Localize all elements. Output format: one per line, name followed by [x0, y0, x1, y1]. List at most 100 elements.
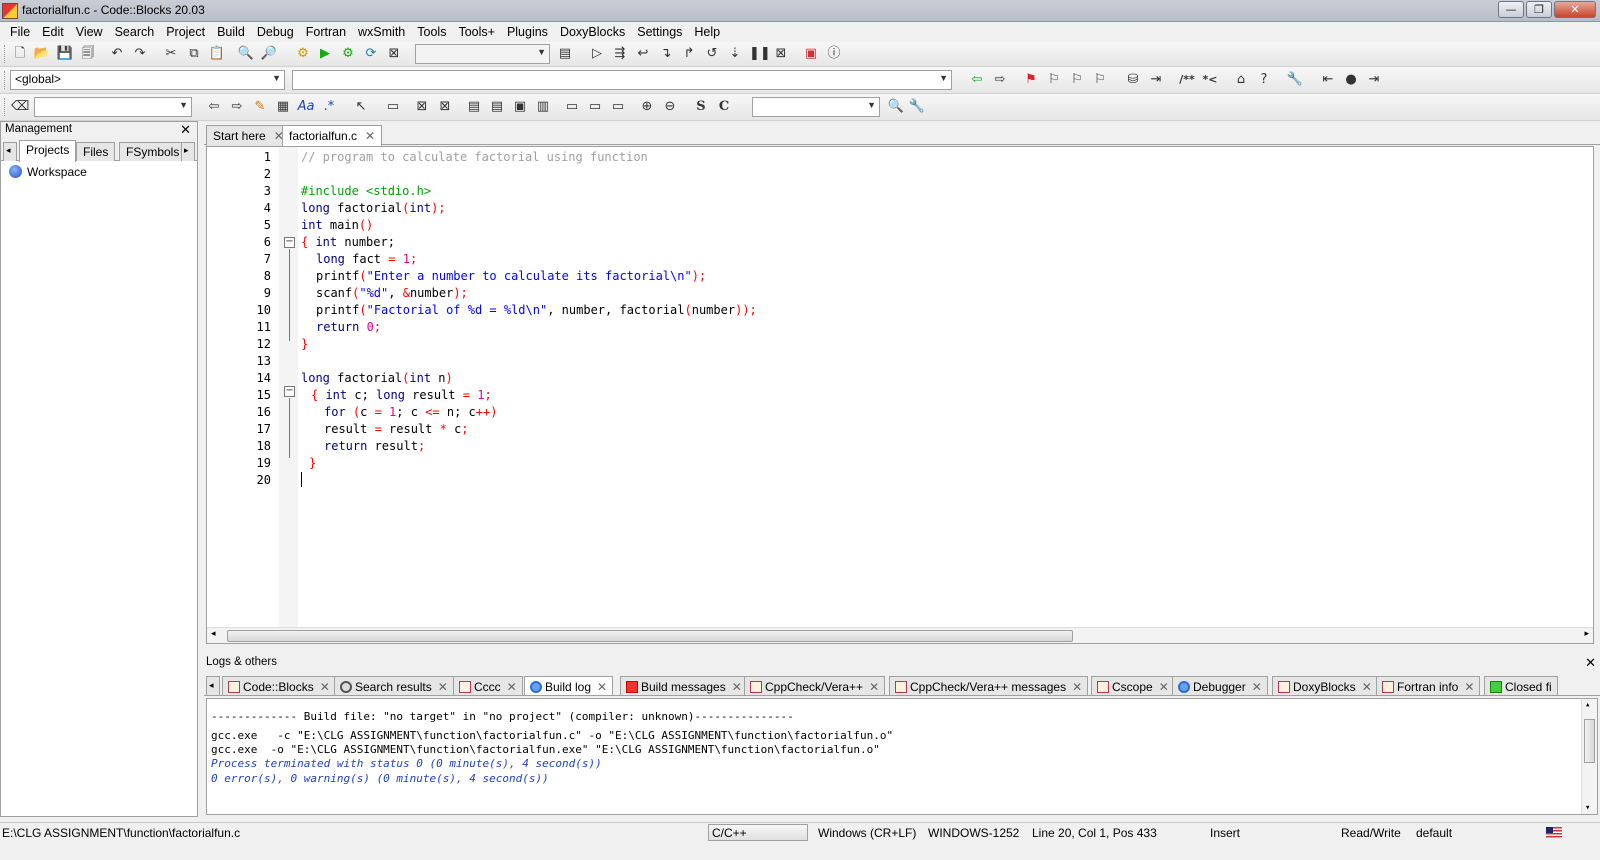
decision-icon[interactable]: ⊠ [413, 98, 431, 116]
clear-bookmarks-icon[interactable]: ⚐ [1091, 71, 1109, 89]
back-arrow-icon[interactable]: ⇦ [968, 71, 986, 89]
doxy-html-icon[interactable]: ⌂ [1232, 71, 1250, 89]
close-tab-icon[interactable]: ✕ [365, 129, 375, 143]
selected-text-only-icon[interactable]: ▦ [274, 98, 292, 116]
save-all-icon[interactable]: 🗐 [79, 45, 97, 63]
menu-doxyblocks[interactable]: DoxyBlocks [554, 25, 631, 39]
doxy-config-icon[interactable]: 🔧 [1286, 71, 1304, 89]
jump-home-icon[interactable]: ● [1342, 71, 1360, 89]
tabs-scroll-right-icon[interactable]: ▸ [181, 142, 195, 161]
menu-debug[interactable]: Debug [251, 25, 300, 39]
next-bookmark-icon[interactable]: ⚐ [1068, 71, 1086, 89]
forward-arrow-icon[interactable]: ⇨ [991, 71, 1009, 89]
save-icon[interactable]: 💾 [56, 45, 74, 63]
logtab-debugger[interactable]: Debugger ✕ [1172, 676, 1268, 695]
menu-edit[interactable]: Edit [36, 25, 70, 39]
pause-icon[interactable]: ❚❚ [749, 45, 771, 63]
loop-icon[interactable]: ▤ [465, 98, 483, 116]
step-out-icon[interactable]: ↱ [680, 45, 698, 63]
logtab-doxyblocks[interactable]: DoxyBlocks ✕ [1272, 676, 1378, 695]
doxy-block-comment-icon[interactable]: /** [1178, 71, 1196, 89]
decision-alt-icon[interactable]: ⊠ [436, 98, 454, 116]
doxy-line-comment-icon[interactable]: *< [1201, 71, 1219, 89]
nassi-c-icon[interactable]: C [715, 98, 733, 116]
logtab-build-messages[interactable]: Build messages ✕ [620, 676, 748, 695]
logtab-cscope[interactable]: Cscope ✕ [1091, 676, 1175, 695]
redo-icon[interactable]: ↷ [131, 45, 149, 63]
find-combo[interactable]: ▼ [752, 97, 880, 117]
select-pointer-icon[interactable]: ↖ [352, 98, 370, 116]
debug-start-icon[interactable]: ▷ [588, 45, 606, 63]
prev-bookmark-icon[interactable]: ⚐ [1045, 71, 1063, 89]
nassi-s-icon[interactable]: S [692, 98, 710, 116]
menu-search[interactable]: Search [109, 25, 161, 39]
log-vertical-scrollbar[interactable]: ▴ ▾ [1581, 699, 1597, 814]
workspace-node[interactable]: Workspace [9, 165, 189, 179]
tabs-scroll-left-icon[interactable]: ◂ [3, 142, 17, 161]
build-gear-icon[interactable]: ⚙ [294, 45, 312, 63]
close-window-button[interactable]: ✕ [1554, 1, 1596, 18]
block-icon[interactable]: ▭ [384, 98, 402, 116]
open-file-icon[interactable]: 📂 [33, 45, 51, 63]
abort-icon[interactable]: ⊠ [385, 45, 403, 63]
new-file-icon[interactable]: 🗋 [11, 45, 29, 63]
paste-icon[interactable]: 📋 [208, 45, 226, 63]
instruction-icon[interactable]: ▥ [534, 98, 552, 116]
status-language[interactable]: C/C++ [708, 824, 808, 841]
doxy-run-icon[interactable]: ⇥ [1147, 71, 1165, 89]
menu-help[interactable]: Help [688, 25, 726, 39]
menu-file[interactable]: File [4, 25, 36, 39]
tab-start-here[interactable]: Start here ✕ [206, 125, 291, 146]
logtab-fortran-info[interactable]: Fortran info ✕ [1376, 676, 1481, 695]
step-into-icon[interactable]: ↴ [657, 45, 675, 63]
zoom-out-icon[interactable]: ⊖ [661, 98, 679, 116]
jump-back-icon[interactable]: ⇤ [1319, 71, 1337, 89]
break-icon[interactable]: ▭ [563, 98, 581, 116]
fold-toggle-main[interactable]: − [284, 237, 295, 248]
tab-fsymbols[interactable]: FSymbols [119, 142, 187, 161]
return-block-icon[interactable]: ▭ [609, 98, 627, 116]
regex-icon[interactable]: .* [320, 98, 338, 116]
search-prev-icon[interactable]: ⇦ [205, 98, 223, 116]
zoom-in-icon[interactable]: ⊕ [638, 98, 656, 116]
run-to-cursor-icon[interactable]: ⇶ [611, 45, 629, 63]
build-and-run-icon[interactable]: ⚙ [339, 45, 357, 63]
logtab-closed-files[interactable]: Closed fi [1484, 676, 1558, 695]
menu-wxsmith[interactable]: wxSmith [352, 25, 411, 39]
menu-plugins[interactable]: Plugins [501, 25, 554, 39]
logtab-build-log[interactable]: Build log ✕ [524, 676, 614, 695]
highlight-icon[interactable]: ✎ [251, 98, 269, 116]
minimize-button[interactable]: — [1498, 1, 1524, 18]
search-next-icon[interactable]: ⇨ [228, 98, 246, 116]
logtab-search-results[interactable]: Search results ✕ [334, 676, 454, 695]
match-case-icon[interactable]: Aa [297, 98, 315, 116]
continue-icon[interactable]: ▭ [586, 98, 604, 116]
step-instruction-icon[interactable]: ⇣ [726, 45, 744, 63]
menu-settings[interactable]: Settings [631, 25, 688, 39]
tab-projects[interactable]: Projects [19, 140, 77, 162]
find-go-icon[interactable]: 🔍 [887, 98, 905, 116]
logtab-cppcheck-vera-messages[interactable]: CppCheck/Vera++ messages ✕ [889, 676, 1089, 695]
scrollbar-thumb[interactable] [1584, 719, 1595, 763]
code-editor[interactable]: 1 2 3 4 5 6 7 8 9 10 11 12 13 14 15 16 1… [206, 146, 1594, 644]
editor-horizontal-scrollbar[interactable]: ◂ ▸ [207, 627, 1593, 643]
debug-info-icon[interactable]: ⓘ [825, 45, 843, 63]
debug-windows-icon[interactable]: ▣ [802, 45, 820, 63]
loop-alt-icon[interactable]: ▤ [488, 98, 506, 116]
jump-forward-icon[interactable]: ⇥ [1365, 71, 1383, 89]
scope-combo[interactable]: <global> ▼ [10, 70, 285, 90]
menu-build[interactable]: Build [211, 25, 251, 39]
tab-files[interactable]: Files [76, 142, 116, 161]
menu-fortran[interactable]: Fortran [300, 25, 352, 39]
rebuild-icon[interactable]: ⟳ [362, 45, 380, 63]
logtab-cppcheck-vera[interactable]: CppCheck/Vera++ ✕ [744, 676, 886, 695]
menu-tools[interactable]: Tools [411, 25, 452, 39]
replace-icon[interactable]: 🔎 [260, 45, 278, 63]
copy-icon[interactable]: ⧉ [185, 45, 203, 63]
logtabs-scroll-left-icon[interactable]: ◂ [206, 676, 220, 695]
build-target-combo[interactable]: ▼ [415, 44, 550, 64]
target-options-icon[interactable]: ▤ [556, 45, 574, 63]
tab-factorialfun-c[interactable]: factorialfun.c ✕ [282, 125, 383, 146]
menu-view[interactable]: View [70, 25, 109, 39]
switch-icon[interactable]: ▣ [511, 98, 529, 116]
